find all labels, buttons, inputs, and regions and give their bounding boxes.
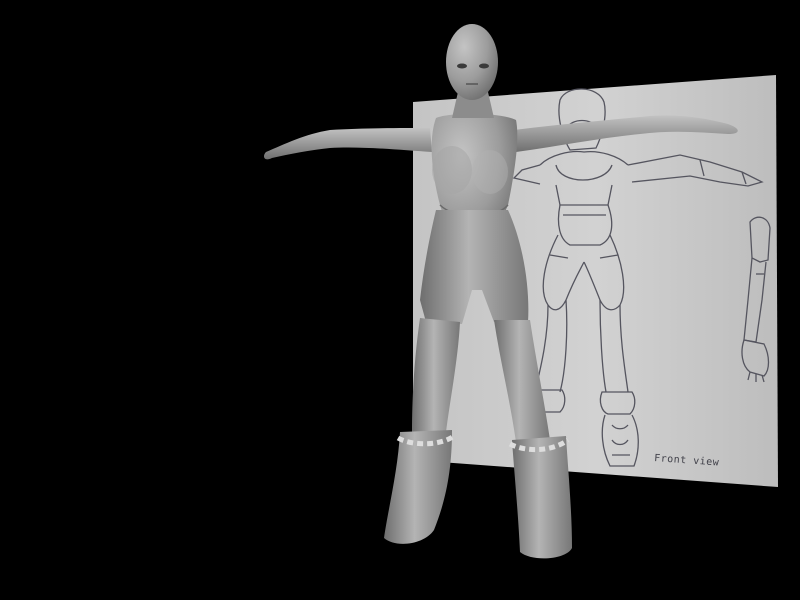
model-eye-left (457, 63, 467, 69)
model-left-boot (384, 430, 452, 544)
model-left-arm (264, 128, 432, 160)
model-chest-left (432, 146, 472, 194)
viewport-render: Front view (264, 24, 778, 559)
model-eye-right (479, 63, 489, 69)
model-chest-right (472, 150, 508, 194)
model-head (446, 24, 498, 100)
model-right-boot (512, 436, 572, 559)
